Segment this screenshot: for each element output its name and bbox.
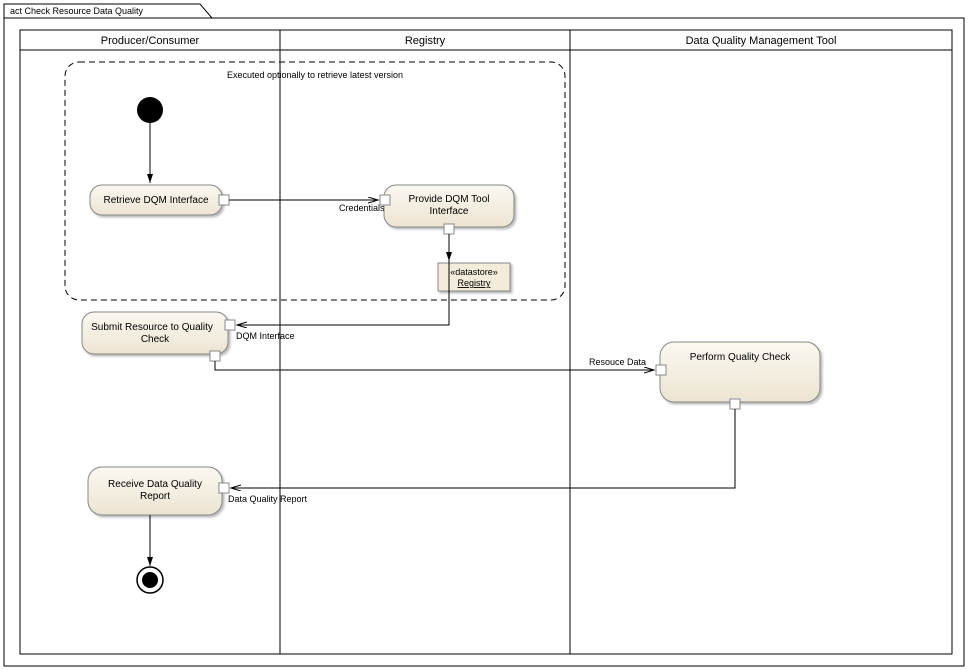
edge-label-dqm-interface: DQM Interface xyxy=(236,331,295,341)
node-provide-dqm-tool-interface: Provide DQM Tool Interface xyxy=(380,185,514,234)
activity-diagram: act Check Resource Data Quality Producer… xyxy=(0,0,970,670)
pin-icon xyxy=(225,320,235,330)
node-retrieve-dqm-interface: Retrieve DQM Interface xyxy=(90,185,229,215)
node-label-line2: Report xyxy=(140,491,170,502)
node-label: Retrieve DQM Interface xyxy=(103,195,208,206)
edge-label-resource-data: Resouce Data xyxy=(589,357,646,367)
pin-icon xyxy=(210,351,220,361)
lane-header-label: Producer/Consumer xyxy=(101,35,200,47)
lane-header-dqm: Data Quality Management Tool xyxy=(570,30,952,50)
node-label: Perform Quality Check xyxy=(690,352,792,363)
pin-icon xyxy=(219,483,229,493)
edge-quality-report xyxy=(231,409,735,488)
diagram-title: act Check Resource Data Quality xyxy=(10,6,144,16)
edge-dqm-interface xyxy=(237,234,449,325)
pin-icon xyxy=(730,399,740,409)
diagram-title-tab: act Check Resource Data Quality xyxy=(4,4,212,18)
lane-header-label: Data Quality Management Tool xyxy=(686,35,837,47)
pin-icon xyxy=(219,195,229,205)
edge-label-credentials: Credentials xyxy=(339,203,385,213)
pin-icon xyxy=(444,224,454,234)
node-label-line2: Check xyxy=(141,334,170,345)
lane-header-producer: Producer/Consumer xyxy=(20,30,280,50)
node-label-line1: Receive Data Quality xyxy=(108,479,202,490)
region-label: Executed optionally to retrieve latest v… xyxy=(227,70,403,80)
final-node-icon xyxy=(137,567,163,593)
datastore-name: Registry xyxy=(457,278,491,288)
node-submit-resource: Submit Resource to Quality Check xyxy=(82,312,235,361)
pin-icon xyxy=(656,365,666,375)
initial-node-icon xyxy=(137,97,163,123)
node-label-line2: Interface xyxy=(430,206,469,217)
node-label-line1: Provide DQM Tool xyxy=(409,194,490,205)
node-perform-quality-check: Perform Quality Check xyxy=(656,342,820,409)
datastore-stereotype: «datastore» xyxy=(450,267,498,277)
edge-label-quality-report: Data Quality Report xyxy=(228,494,308,504)
node-label-line1: Submit Resource to Quality xyxy=(91,322,213,333)
node-receive-report: Receive Data Quality Report xyxy=(88,467,229,515)
lane-header-label: Registry xyxy=(405,35,446,47)
lane-header-registry: Registry xyxy=(280,30,570,50)
